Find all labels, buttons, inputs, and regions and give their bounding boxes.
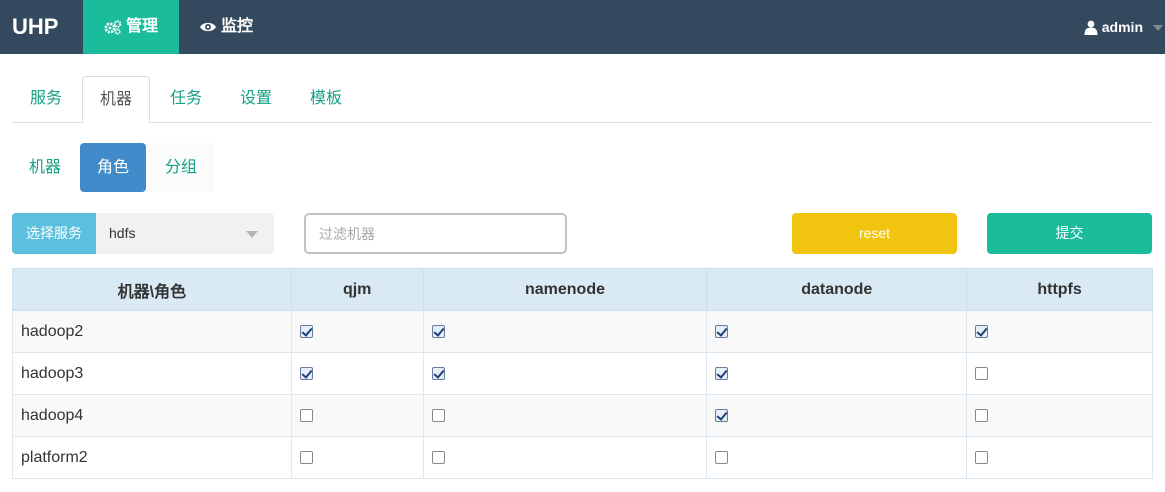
role-checkbox[interactable] bbox=[975, 408, 989, 422]
user-icon bbox=[1084, 20, 1098, 35]
table-row: hadoop3 bbox=[12, 352, 1153, 395]
reset-button[interactable]: reset bbox=[792, 213, 957, 254]
gears-icon bbox=[104, 20, 122, 35]
tab-machines[interactable]: 机器 bbox=[82, 76, 150, 123]
role-checkbox[interactable] bbox=[431, 408, 445, 422]
tab-tasks[interactable]: 任务 bbox=[158, 76, 214, 123]
table-row: hadoop4 bbox=[12, 394, 1153, 437]
host-name: platform2 bbox=[12, 436, 292, 479]
nav-manage-label: 管理 bbox=[125, 18, 158, 35]
role-checkbox[interactable] bbox=[299, 324, 313, 338]
user-name: admin bbox=[1101, 19, 1143, 35]
user-menu[interactable]: admin bbox=[1084, 0, 1143, 54]
column-header-datanode: datanode bbox=[706, 268, 968, 311]
tab-services[interactable]: 服务 bbox=[18, 76, 74, 123]
column-header-host-role: 机器\角色 bbox=[12, 268, 292, 311]
main-tabs: 服务 机器 任务 设置 模板 bbox=[12, 76, 1153, 123]
role-checkbox[interactable] bbox=[431, 366, 445, 380]
role-checkbox[interactable] bbox=[715, 366, 729, 380]
role-checkbox[interactable] bbox=[975, 324, 989, 338]
service-select-label: 选择服务 bbox=[12, 213, 96, 254]
tab-templates[interactable]: 模板 bbox=[298, 76, 354, 123]
role-checkbox[interactable] bbox=[431, 324, 445, 338]
role-checkbox[interactable] bbox=[299, 450, 313, 464]
role-checkbox[interactable] bbox=[431, 450, 445, 464]
machine-filter-input[interactable] bbox=[304, 213, 567, 254]
subtab-groups[interactable]: 分组 bbox=[148, 143, 214, 192]
host-name: hadoop3 bbox=[12, 352, 292, 395]
chevron-down-icon[interactable] bbox=[246, 231, 258, 238]
subtab-machines[interactable]: 机器 bbox=[12, 143, 78, 192]
role-checkbox[interactable] bbox=[715, 324, 729, 338]
column-header-httpfs: httpfs bbox=[966, 268, 1153, 311]
submit-button[interactable]: 提交 bbox=[987, 213, 1152, 254]
chevron-down-icon[interactable] bbox=[1153, 25, 1163, 31]
nav-monitor[interactable]: 监控 bbox=[199, 0, 253, 54]
role-checkbox[interactable] bbox=[299, 366, 313, 380]
role-checkbox[interactable] bbox=[715, 450, 729, 464]
top-navbar: UHP 管理 监控 admin bbox=[0, 0, 1165, 54]
nav-manage[interactable]: 管理 bbox=[83, 0, 179, 54]
table-row: hadoop2 bbox=[12, 310, 1153, 353]
eye-icon bbox=[200, 22, 216, 32]
table-row: platform2 bbox=[12, 436, 1153, 479]
role-checkbox[interactable] bbox=[975, 366, 989, 380]
role-checkbox[interactable] bbox=[299, 408, 313, 422]
column-header-namenode: namenode bbox=[422, 268, 708, 311]
table-header-row: 机器\角色 qjm namenode datanode httpfs bbox=[12, 268, 1153, 311]
tab-settings[interactable]: 设置 bbox=[228, 76, 284, 123]
role-checkbox[interactable] bbox=[715, 408, 729, 422]
nav-monitor-label: 监控 bbox=[221, 18, 254, 35]
role-checkbox[interactable] bbox=[975, 450, 989, 464]
host-name: hadoop2 bbox=[12, 310, 292, 353]
role-table: 机器\角色 qjm namenode datanode httpfs hadoo… bbox=[12, 268, 1153, 479]
subtab-roles[interactable]: 角色 bbox=[80, 143, 146, 192]
brand-logo[interactable]: UHP bbox=[0, 0, 83, 54]
host-name: hadoop4 bbox=[12, 394, 292, 437]
column-header-qjm: qjm bbox=[290, 268, 424, 311]
